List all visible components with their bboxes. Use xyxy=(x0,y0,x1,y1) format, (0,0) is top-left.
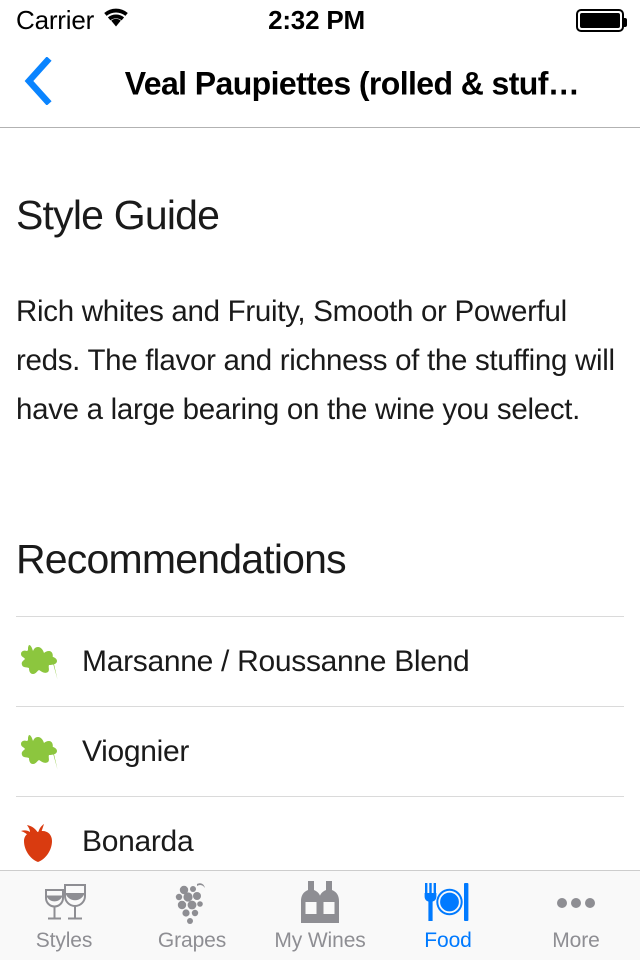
tab-label: Grapes xyxy=(157,929,227,952)
battery-fill xyxy=(580,12,620,28)
tab-food[interactable]: Food xyxy=(384,871,512,960)
tab-bar: Styles Grapes My Wines Food More xyxy=(0,870,640,960)
carrier-label: Carrier xyxy=(16,5,95,35)
status-bar-right xyxy=(504,8,627,32)
tab-label: Food xyxy=(424,929,472,952)
tab-label: Styles xyxy=(35,929,93,952)
list-item-label: Bonarda xyxy=(82,824,194,858)
clock-label: 2:32 PM xyxy=(268,4,365,35)
tab-styles[interactable]: Styles xyxy=(0,871,128,960)
tab-more[interactable]: More xyxy=(512,871,640,960)
grape-cluster-icon xyxy=(167,879,217,927)
status-bar-center: 2:32 PM xyxy=(129,5,504,36)
green-leaf-icon xyxy=(16,731,68,773)
battery-full-icon xyxy=(576,8,627,32)
list-item[interactable]: Bonarda xyxy=(0,797,640,870)
tab-grapes[interactable]: Grapes xyxy=(128,871,256,960)
wine-glasses-icon xyxy=(36,879,92,927)
wifi-icon xyxy=(103,8,129,33)
tab-my-wines[interactable]: My Wines xyxy=(256,871,384,960)
recommendations-list: Marsanne / Roussanne Blend Viognier Bona… xyxy=(0,616,640,870)
chevron-left-icon xyxy=(23,56,53,110)
tab-label: My Wines xyxy=(274,929,366,952)
red-strawberry-icon xyxy=(16,821,68,863)
list-item-label: Viognier xyxy=(82,734,190,768)
fork-plate-knife-icon xyxy=(420,879,476,927)
back-button[interactable] xyxy=(14,56,62,111)
battery-cap xyxy=(624,17,627,27)
recommendations-heading: Recommendations xyxy=(16,536,347,582)
list-item[interactable]: Marsanne / Roussanne Blend xyxy=(0,617,640,706)
ellipsis-icon xyxy=(550,879,602,927)
tab-label: More xyxy=(552,929,600,952)
page-title: Veal Paupiettes (rolled & stuf… xyxy=(124,65,580,101)
navigation-bar: Veal Paupiettes (rolled & stuf… xyxy=(0,40,640,128)
style-guide-heading: Style Guide xyxy=(16,192,220,238)
green-leaf-icon xyxy=(16,641,68,683)
wine-bottles-icon xyxy=(294,879,346,927)
status-bar-left: Carrier xyxy=(16,7,129,33)
status-bar: Carrier 2:32 PM xyxy=(0,0,640,40)
list-item[interactable]: Viognier xyxy=(0,707,640,796)
content-scroll-area[interactable]: Style Guide Rich whites and Fruity, Smoo… xyxy=(0,129,640,870)
list-item-label: Marsanne / Roussanne Blend xyxy=(82,644,470,678)
style-guide-body-text: Rich whites and Fruity, Smooth or Powerf… xyxy=(16,294,615,426)
